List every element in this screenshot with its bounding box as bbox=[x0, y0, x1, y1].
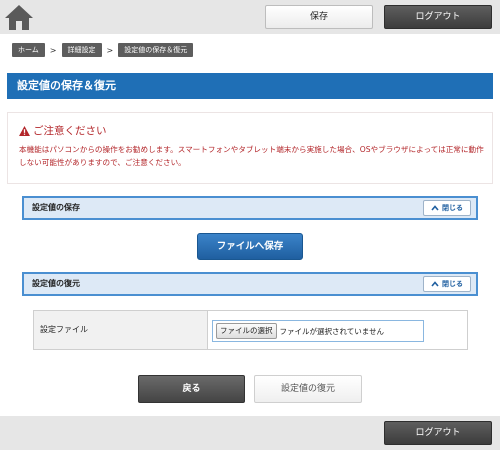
notice-title: ご注意ください bbox=[19, 123, 107, 138]
logout-button-bottom[interactable]: ログアウト bbox=[384, 421, 492, 445]
chevron-up-icon bbox=[431, 205, 439, 211]
save-section-close-button[interactable]: 閉じる bbox=[423, 200, 471, 216]
back-button[interactable]: 戻る bbox=[138, 375, 245, 403]
save-to-file-button[interactable]: ファイルへ保存 bbox=[197, 233, 303, 260]
restore-section-header: 設定値の復元 閉じる bbox=[22, 272, 478, 296]
bottom-bar: ログアウト bbox=[0, 416, 500, 450]
restore-section-title: 設定値の復元 bbox=[32, 279, 80, 288]
notice-box: ご注意ください 本機能はパソコンからの操作をお勧めします。スマートフォンやタブレ… bbox=[7, 112, 493, 184]
save-section-title: 設定値の保存 bbox=[32, 203, 80, 212]
breadcrumb: ホーム > 詳細設定 > 設定値の保存＆復元 bbox=[12, 43, 194, 57]
breadcrumb-separator: > bbox=[49, 45, 57, 55]
home-button[interactable] bbox=[4, 3, 34, 31]
page-title: 設定値の保存＆復元 bbox=[7, 73, 493, 99]
file-status-text: ファイルが選択されていません bbox=[279, 326, 385, 336]
home-icon bbox=[5, 5, 33, 30]
notice-title-text: ご注意ください bbox=[33, 125, 107, 137]
breadcrumb-home[interactable]: ホーム bbox=[12, 43, 45, 57]
save-section-header: 設定値の保存 閉じる bbox=[22, 196, 478, 220]
breadcrumb-separator: > bbox=[106, 45, 114, 55]
settings-file-row: 設定ファイル ファイルの選択 ファイルが選択されていません bbox=[33, 310, 468, 350]
top-bar: 保存 ログアウト bbox=[0, 0, 500, 34]
logout-button[interactable]: ログアウト bbox=[384, 5, 492, 29]
breadcrumb-advanced-settings[interactable]: 詳細設定 bbox=[61, 43, 102, 57]
close-label: 閉じる bbox=[442, 280, 463, 288]
restore-settings-button[interactable]: 設定値の復元 bbox=[254, 375, 362, 403]
choose-file-button[interactable]: ファイルの選択 bbox=[216, 323, 277, 339]
restore-section-close-button[interactable]: 閉じる bbox=[423, 276, 471, 292]
save-button[interactable]: 保存 bbox=[265, 5, 373, 29]
notice-text: 本機能はパソコンからの操作をお勧めします。スマートフォンやタブレット端末から実施… bbox=[19, 145, 484, 167]
chevron-up-icon bbox=[431, 281, 439, 287]
settings-file-input[interactable]: ファイルの選択 ファイルが選択されていません bbox=[212, 320, 424, 342]
breadcrumb-current: 設定値の保存＆復元 bbox=[118, 43, 194, 57]
close-label: 閉じる bbox=[442, 204, 463, 212]
settings-file-label: 設定ファイル bbox=[34, 311, 208, 349]
warning-icon bbox=[19, 125, 30, 136]
